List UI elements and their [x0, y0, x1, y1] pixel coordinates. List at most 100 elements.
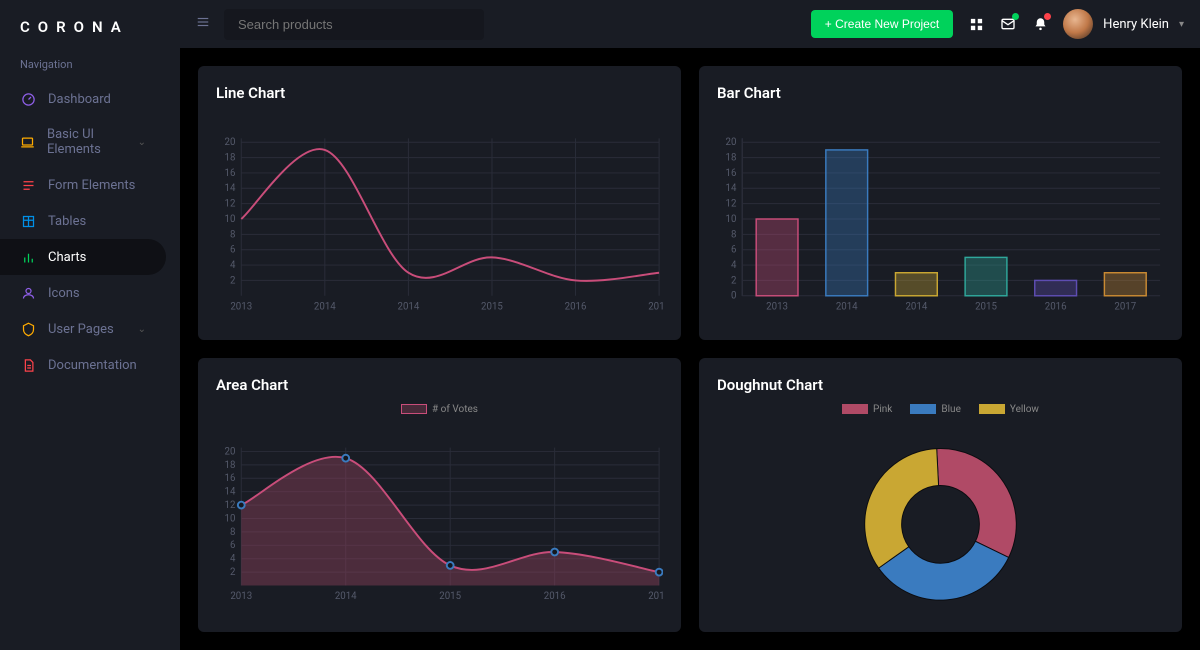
- svg-text:18: 18: [726, 153, 737, 164]
- svg-text:20: 20: [225, 137, 236, 148]
- line-chart-card: Line Chart 24681012141618202013201420142…: [198, 66, 681, 340]
- svg-text:2: 2: [731, 275, 737, 286]
- svg-text:2013: 2013: [230, 591, 252, 602]
- svg-text:20: 20: [225, 446, 236, 457]
- card-title: Line Chart: [216, 84, 663, 102]
- svg-text:8: 8: [230, 527, 235, 538]
- chevron-down-icon: ▾: [1179, 19, 1184, 30]
- table-icon: [20, 213, 36, 229]
- svg-text:2014: 2014: [397, 301, 419, 312]
- menu-toggle-icon[interactable]: [196, 15, 210, 33]
- bar-chart: 0 2 4 6 8 10 12 14 16 18 20 2013 2014 2014 2015 2016 201…: [717, 112, 1164, 326]
- svg-text:2017: 2017: [648, 591, 663, 602]
- doughnut-chart-legend: Pink Blue Yellow: [717, 404, 1164, 415]
- sidebar-item-label: Basic UI Elements: [47, 127, 126, 157]
- sidebar-item-tables[interactable]: Tables: [0, 203, 166, 239]
- legend-label: Yellow: [1010, 404, 1039, 415]
- sidebar-item-label: Tables: [48, 214, 86, 229]
- svg-text:2014: 2014: [314, 301, 336, 312]
- security-icon: [20, 321, 36, 337]
- svg-text:8: 8: [230, 229, 235, 240]
- svg-text:6: 6: [230, 540, 235, 551]
- svg-text:2015: 2015: [481, 301, 503, 312]
- doughnut-chart: [717, 419, 1164, 618]
- svg-text:6: 6: [731, 245, 736, 256]
- playlist-icon: [20, 177, 36, 193]
- sidebar-item-label: Form Elements: [48, 178, 135, 193]
- svg-text:2016: 2016: [565, 301, 587, 312]
- svg-text:2013: 2013: [766, 301, 788, 312]
- grid-icon[interactable]: [967, 15, 985, 33]
- legend-label: Pink: [873, 404, 892, 415]
- sidebar-item-charts[interactable]: Charts: [0, 239, 166, 275]
- user-menu[interactable]: Henry Klein ▾: [1063, 9, 1184, 39]
- sidebar-item-basic-ui-elements[interactable]: Basic UI Elements ⌄: [0, 117, 166, 167]
- svg-text:2015: 2015: [975, 301, 997, 312]
- svg-text:0: 0: [731, 291, 736, 302]
- svg-text:10: 10: [726, 214, 737, 225]
- card-title: Doughnut Chart: [717, 376, 1164, 394]
- sidebar-item-user-pages[interactable]: User Pages ⌄: [0, 311, 166, 347]
- sidebar-item-label: User Pages: [48, 322, 114, 337]
- bar-chart-card: Bar Chart 0 2 4 6 8 10 12 14 16 18 20 2013 2014 2014 2…: [699, 66, 1182, 340]
- bell-icon[interactable]: [1031, 15, 1049, 33]
- sidebar-item-label: Dashboard: [48, 92, 111, 107]
- sidebar-item-dashboard[interactable]: Dashboard: [0, 81, 166, 117]
- logo: CORONA: [0, 18, 180, 58]
- area-chart: 246810121416182020132014201520162017: [216, 419, 663, 618]
- svg-text:2015: 2015: [439, 591, 461, 602]
- svg-text:12: 12: [225, 199, 236, 210]
- svg-text:2017: 2017: [1114, 301, 1136, 312]
- svg-text:2016: 2016: [544, 591, 566, 602]
- svg-text:2013: 2013: [230, 301, 252, 312]
- line-chart: 2468101214161820201320142014201520162017: [216, 112, 663, 326]
- svg-text:2014: 2014: [836, 301, 858, 312]
- sidebar: CORONA Navigation DashboardBasic UI Elem…: [0, 0, 180, 650]
- svg-text:6: 6: [230, 245, 235, 256]
- chevron-down-icon: ⌄: [138, 324, 146, 335]
- create-project-button[interactable]: + Create New Project: [811, 10, 953, 38]
- svg-text:2: 2: [230, 567, 236, 578]
- doughnut-chart-card: Doughnut Chart Pink Blue Yellow: [699, 358, 1182, 632]
- svg-text:4: 4: [230, 554, 236, 565]
- avatar: [1063, 9, 1093, 39]
- mail-icon[interactable]: [999, 15, 1017, 33]
- svg-text:2014: 2014: [905, 301, 927, 312]
- svg-text:10: 10: [225, 513, 236, 524]
- svg-text:16: 16: [225, 473, 236, 484]
- search-input[interactable]: [224, 9, 484, 40]
- svg-text:2017: 2017: [648, 301, 663, 312]
- svg-text:10: 10: [225, 214, 236, 225]
- area-chart-card: Area Chart # of Votes 246810121416182020…: [198, 358, 681, 632]
- sidebar-item-icons[interactable]: Icons: [0, 275, 166, 311]
- svg-text:12: 12: [225, 500, 236, 511]
- legend-label: Blue: [941, 404, 960, 415]
- svg-text:20: 20: [726, 137, 737, 148]
- card-title: Bar Chart: [717, 84, 1164, 102]
- sidebar-item-documentation[interactable]: Documentation: [0, 347, 166, 383]
- svg-text:12: 12: [726, 199, 737, 210]
- svg-text:18: 18: [225, 153, 236, 164]
- chart-icon: [20, 249, 36, 265]
- svg-text:4: 4: [230, 260, 236, 271]
- svg-text:8: 8: [731, 229, 736, 240]
- svg-text:16: 16: [726, 168, 737, 179]
- svg-text:4: 4: [731, 260, 737, 271]
- laptop-icon: [20, 134, 35, 150]
- user-name-label: Henry Klein: [1103, 17, 1169, 32]
- svg-text:2016: 2016: [1045, 301, 1067, 312]
- legend-label: # of Votes: [432, 404, 478, 415]
- sidebar-item-form-elements[interactable]: Form Elements: [0, 167, 166, 203]
- sidebar-item-label: Documentation: [48, 358, 137, 373]
- topbar: + Create New Project Henry Klein ▾: [180, 0, 1200, 48]
- svg-text:2014: 2014: [335, 591, 357, 602]
- svg-text:14: 14: [225, 487, 236, 498]
- area-chart-legend: # of Votes: [216, 404, 663, 415]
- svg-text:14: 14: [726, 183, 737, 194]
- chevron-down-icon: ⌄: [138, 137, 146, 148]
- card-title: Area Chart: [216, 376, 663, 394]
- doc-icon: [20, 357, 36, 373]
- svg-text:14: 14: [225, 183, 236, 194]
- contacts-icon: [20, 285, 36, 301]
- sidebar-item-label: Icons: [48, 286, 80, 301]
